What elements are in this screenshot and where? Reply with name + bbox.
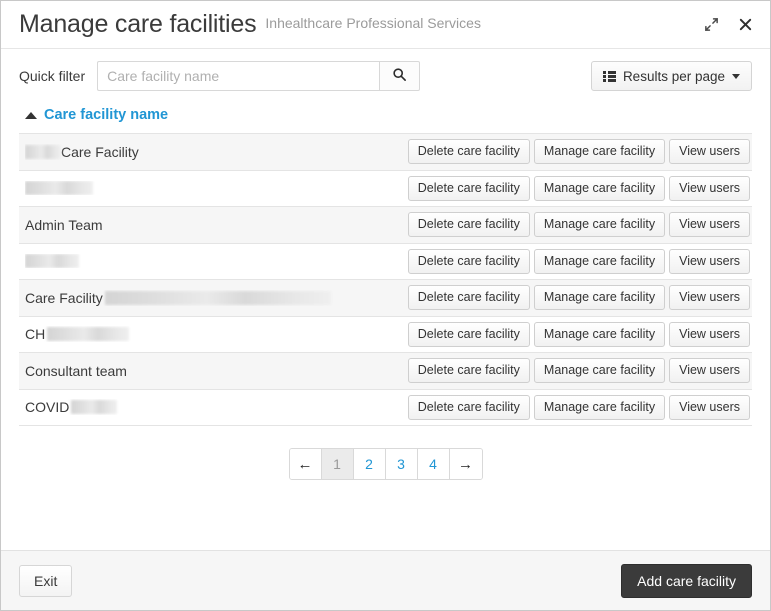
care-facility-name-cell: Care Facility	[25, 290, 408, 306]
redacted-text	[25, 181, 93, 196]
manage-care-facility-button[interactable]: Manage care facility	[533, 139, 666, 165]
table-row: Care Facility Delete care facility Manage …	[19, 280, 752, 317]
row-actions: Delete care facility Manage care facility…	[407, 321, 750, 347]
close-icon[interactable]	[732, 12, 758, 38]
care-facility-name-text: CH	[25, 326, 46, 343]
list-icon	[602, 70, 616, 82]
delete-care-facility-button[interactable]: Delete care facility	[407, 248, 530, 274]
add-care-facility-button[interactable]: Add care facility	[621, 563, 752, 598]
pagination-next[interactable]: →	[449, 449, 482, 479]
care-facility-name-text: Admin Team	[25, 216, 103, 233]
pagination-page-2[interactable]: 2	[353, 449, 386, 479]
row-actions: Delete care facility Manage care facility…	[407, 358, 750, 384]
page-subtitle: Inhealthcare Professional Services	[265, 14, 481, 31]
manage-care-facilities-window: Manage care facilities Inhealthcare Prof…	[0, 0, 771, 611]
redacted-text	[71, 400, 118, 415]
search-group	[97, 61, 421, 91]
quick-filter-label: Quick filter	[19, 68, 86, 84]
delete-care-facility-button[interactable]: Delete care facility	[407, 394, 530, 420]
view-users-button[interactable]: View users	[669, 358, 750, 384]
table-row: COVID Delete care facility Manage care fac…	[19, 390, 752, 426]
table-row: Delete care facility Manage care facility…	[19, 171, 752, 207]
manage-care-facility-button[interactable]: Manage care facility	[533, 394, 666, 420]
view-users-button[interactable]: View users	[669, 285, 750, 311]
delete-care-facility-button[interactable]: Delete care facility	[407, 321, 530, 347]
delete-care-facility-button[interactable]: Delete care facility	[407, 358, 530, 384]
window-footer: Exit Add care facility	[1, 550, 770, 610]
pagination-page-3[interactable]: 3	[385, 449, 418, 479]
chevron-down-icon	[732, 73, 740, 79]
page-title: Manage care facilities	[19, 10, 257, 38]
manage-care-facility-button[interactable]: Manage care facility	[533, 248, 666, 274]
results-per-page-button[interactable]: Results per page	[590, 61, 752, 91]
care-facility-name-text: COVID	[25, 399, 70, 416]
redacted-text	[25, 144, 61, 159]
view-users-button[interactable]: View users	[669, 139, 750, 165]
window-titlebar: Manage care facilities Inhealthcare Prof…	[1, 1, 770, 49]
pagination: ← 1 2 3 4 →	[1, 426, 770, 480]
filter-toolbar: Quick filter Results per page	[1, 49, 770, 103]
table-row: Delete care facility Manage care facility…	[19, 244, 752, 280]
pagination-page-1: 1	[321, 449, 354, 479]
delete-care-facility-button[interactable]: Delete care facility	[407, 175, 530, 201]
pagination-page-4[interactable]: 4	[417, 449, 450, 479]
care-facility-name-cell: CH	[25, 326, 408, 342]
search-icon	[392, 67, 407, 85]
view-users-button[interactable]: View users	[669, 175, 750, 201]
table-row: Care Facility Delete care facility Manage …	[19, 134, 752, 171]
delete-care-facility-button[interactable]: Delete care facility	[407, 285, 530, 311]
care-facility-name-cell: Admin Team	[25, 217, 408, 233]
row-actions: Delete care facility Manage care facility…	[407, 394, 750, 420]
manage-care-facility-button[interactable]: Manage care facility	[533, 321, 666, 347]
sort-header-care-facility-name[interactable]: Care facility name	[1, 103, 186, 133]
redacted-text	[104, 290, 331, 305]
row-actions: Delete care facility Manage care facility…	[407, 248, 750, 274]
care-facility-name-text: Care Facility	[61, 143, 139, 160]
care-facility-name-text: Consultant team	[25, 362, 127, 379]
titlebar-actions	[698, 12, 758, 38]
pagination-group: ← 1 2 3 4 →	[288, 448, 483, 480]
table-row: CH Delete care facility Manage care facili…	[19, 317, 752, 353]
delete-care-facility-button[interactable]: Delete care facility	[407, 212, 530, 238]
manage-care-facility-button[interactable]: Manage care facility	[533, 175, 666, 201]
view-users-button[interactable]: View users	[669, 248, 750, 274]
care-facility-name-cell: Care Facility	[25, 144, 408, 160]
care-facility-name-cell	[25, 181, 408, 196]
expand-icon[interactable]	[698, 12, 724, 38]
manage-care-facility-button[interactable]: Manage care facility	[533, 358, 666, 384]
view-users-button[interactable]: View users	[669, 394, 750, 420]
row-actions: Delete care facility Manage care facility…	[407, 139, 750, 165]
row-actions: Delete care facility Manage care facility…	[407, 285, 750, 311]
delete-care-facility-button[interactable]: Delete care facility	[407, 139, 530, 165]
view-users-button[interactable]: View users	[669, 321, 750, 347]
care-facility-name-text: Care Facility	[25, 289, 103, 306]
manage-care-facility-button[interactable]: Manage care facility	[533, 212, 666, 238]
search-button[interactable]	[379, 61, 421, 91]
redacted-text	[25, 254, 79, 269]
manage-care-facility-button[interactable]: Manage care facility	[533, 285, 666, 311]
caret-up-icon	[25, 111, 37, 119]
row-actions: Delete care facility Manage care facility…	[407, 175, 750, 201]
results-per-page-label: Results per page	[622, 68, 725, 84]
table-row: Admin Team Delete care facility Manage car…	[19, 207, 752, 244]
row-actions: Delete care facility Manage care facility…	[407, 212, 750, 238]
pagination-prev[interactable]: ←	[289, 449, 322, 479]
care-facility-name-cell: Consultant team	[25, 363, 408, 379]
view-users-button[interactable]: View users	[669, 212, 750, 238]
search-input[interactable]	[97, 61, 380, 91]
exit-button[interactable]: Exit	[19, 564, 73, 597]
care-facilities-table: Care Facility Delete care facility Manage …	[19, 133, 752, 426]
sort-header-label: Care facility name	[44, 107, 169, 123]
care-facility-name-cell	[25, 254, 408, 269]
redacted-text	[47, 327, 130, 342]
care-facility-name-cell: COVID	[25, 399, 408, 415]
table-row: Consultant team Delete care facility Manag…	[19, 353, 752, 390]
